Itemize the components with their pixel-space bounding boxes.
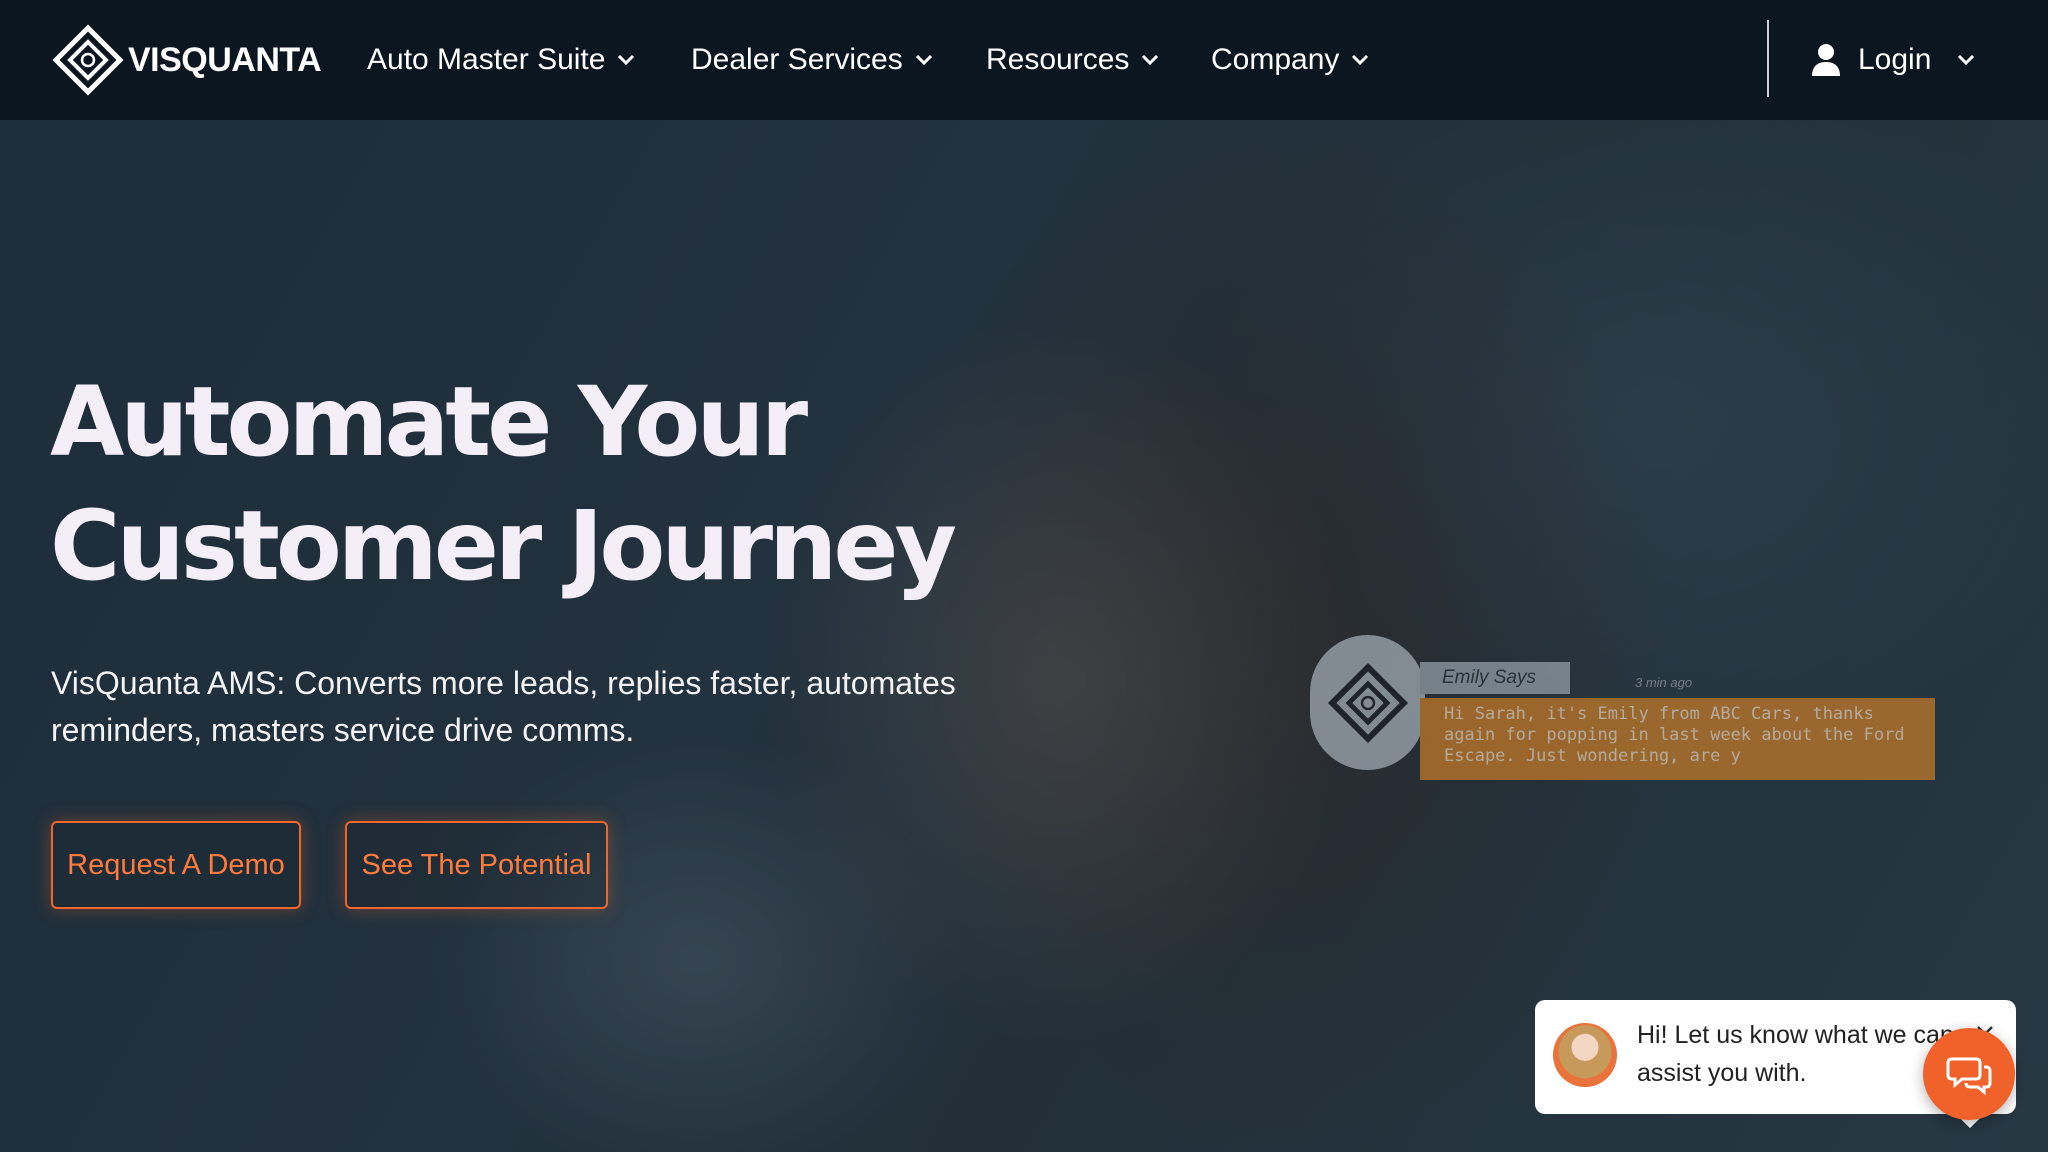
sms-avatar <box>1310 635 1425 770</box>
chat-launcher-button[interactable] <box>1923 1028 2015 1120</box>
logo[interactable]: VISQUANTA <box>52 24 322 96</box>
nav-label: Resources <box>986 43 1130 76</box>
login-button[interactable]: Login <box>1810 0 1977 120</box>
sms-message: Hi Sarah, it's Emily from ABC Cars, than… <box>1420 698 1935 780</box>
hero-subtitle: VisQuanta AMS: Converts more leads, repl… <box>51 665 956 748</box>
visquanta-logo-icon <box>52 24 124 96</box>
sms-sender: Emily Says <box>1420 662 1570 694</box>
sms-preview-card: Emily Says 3 min ago Hi Sarah, it's Emil… <box>1310 635 1935 780</box>
visquanta-logo-icon <box>1327 662 1408 743</box>
chevron-down-icon <box>618 54 635 66</box>
nav-item-resources[interactable]: Resources <box>986 0 1161 120</box>
request-demo-button[interactable]: Request A Demo <box>51 821 301 909</box>
agent-avatar <box>1553 1023 1617 1087</box>
chevron-down-icon <box>1958 54 1975 66</box>
chevron-down-icon <box>1352 54 1369 66</box>
nav-item-dealer-services[interactable]: Dealer Services <box>691 0 935 120</box>
header-divider <box>1767 20 1769 97</box>
nav-label: Auto Master Suite <box>367 43 606 76</box>
sms-timestamp: 3 min ago <box>1635 675 1693 690</box>
nav-item-auto-master-suite[interactable]: Auto Master Suite <box>367 0 637 120</box>
chat-bubbles-icon <box>1946 1057 1992 1096</box>
headline-line-1: Automate Your <box>50 366 808 478</box>
site-header: VISQUANTA Auto Master Suite Dealer Servi… <box>0 0 2048 120</box>
user-icon <box>1812 44 1840 76</box>
chevron-down-icon <box>1142 54 1159 66</box>
nav-item-company[interactable]: Company <box>1211 0 1371 120</box>
hero-headline: Automate Your Customer Journey <box>50 360 957 608</box>
chat-message: Hi! Let us know what we can assist you w… <box>1637 1021 1954 1087</box>
headline-line-2: Customer Journey <box>50 490 957 602</box>
nav-label: Company <box>1211 43 1340 76</box>
nav-label: Dealer Services <box>691 43 903 76</box>
hero-section: Emily Says 3 min ago Hi Sarah, it's Emil… <box>0 120 2048 1152</box>
see-potential-button[interactable]: See The Potential <box>345 821 608 909</box>
login-label: Login <box>1858 43 1932 76</box>
chevron-down-icon <box>915 54 932 66</box>
logo-text: VISQUANTA <box>128 40 322 79</box>
